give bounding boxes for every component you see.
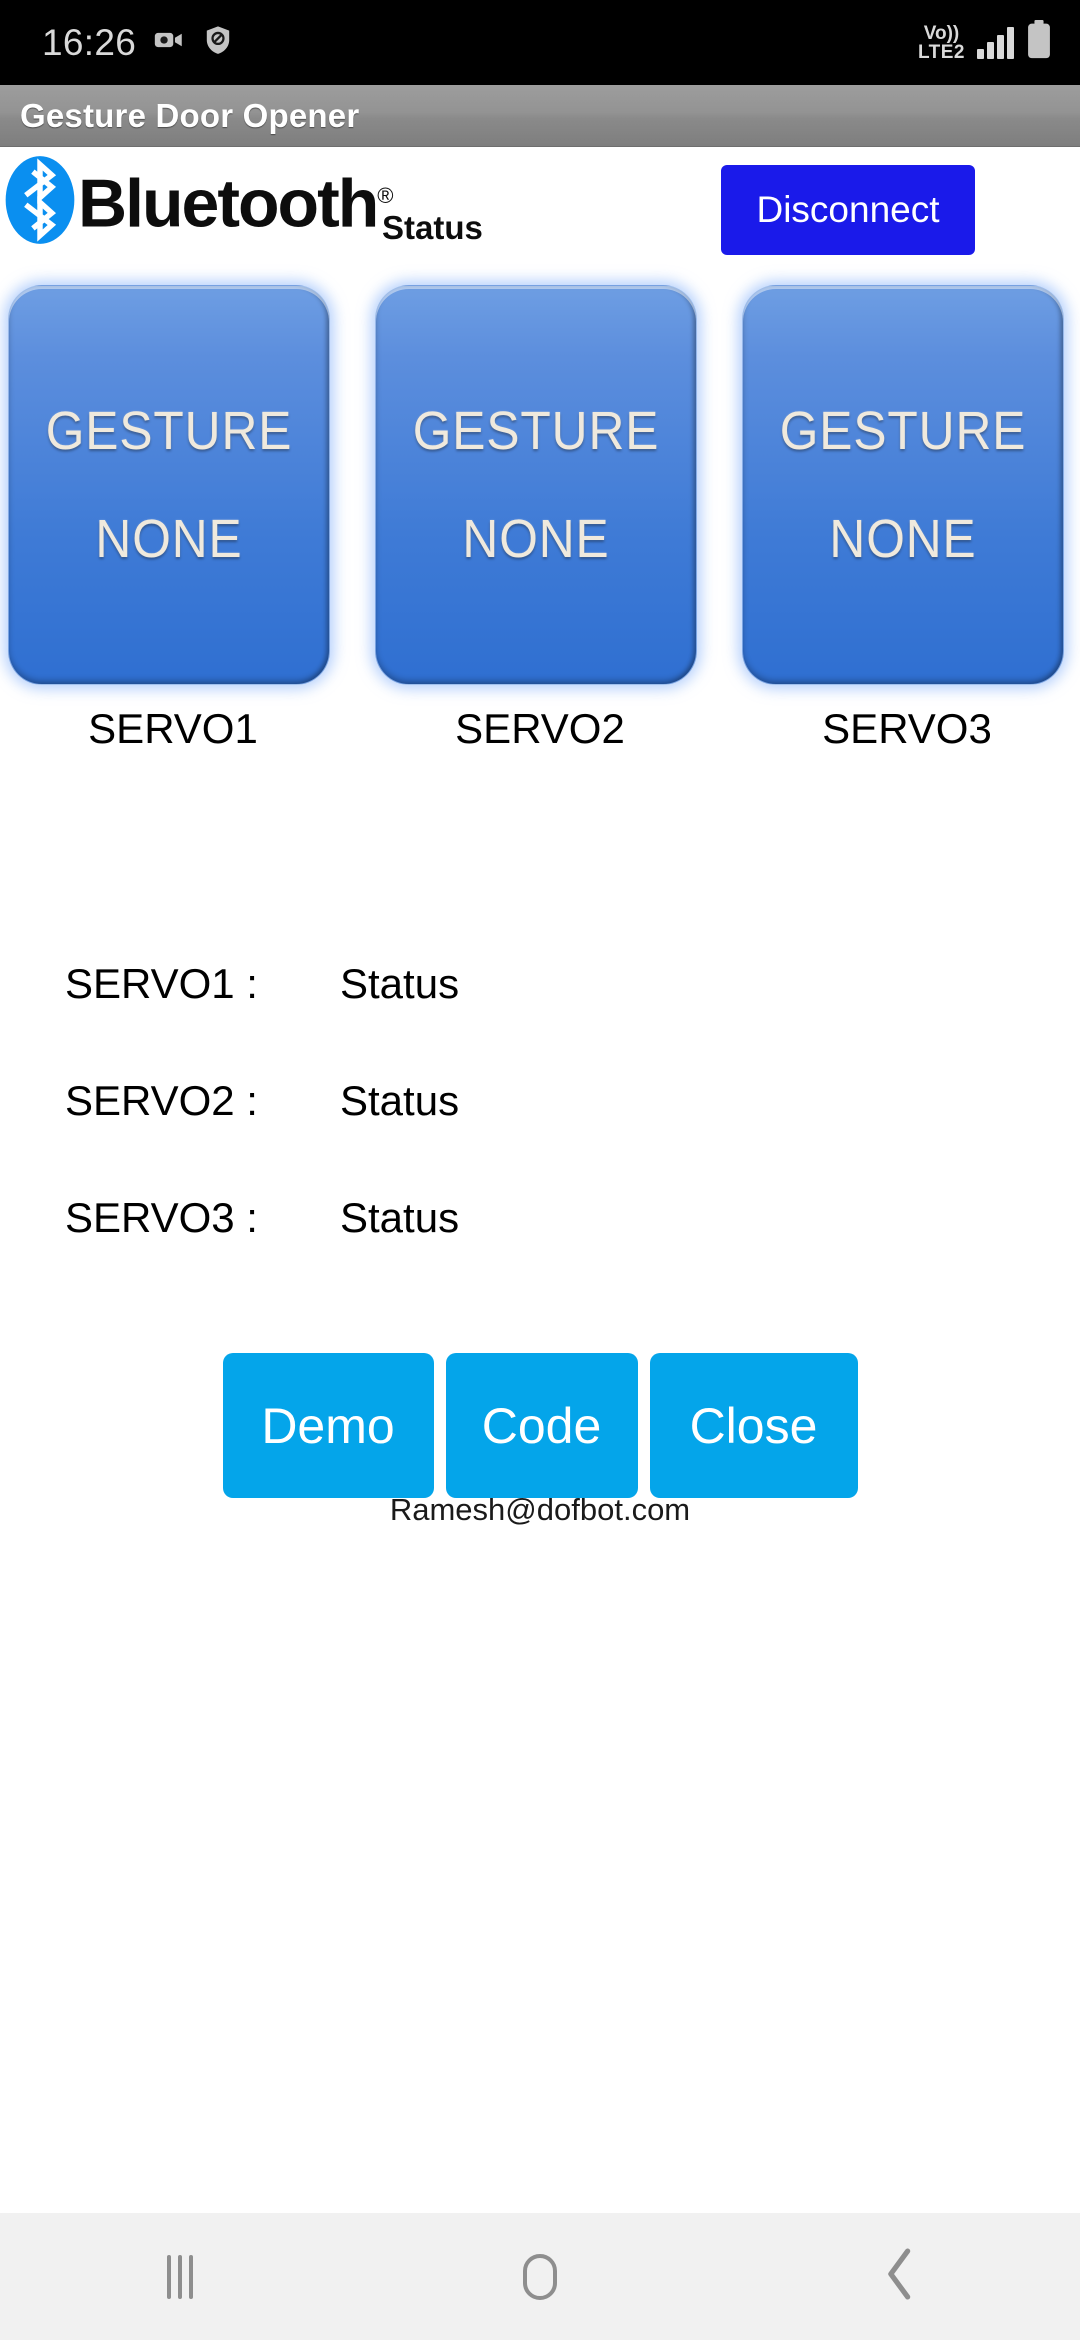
status-bar-left: 16:26 — [42, 22, 234, 64]
servo-status-row-3: SERVO3 : Status — [0, 1159, 1080, 1276]
back-button[interactable] — [810, 2213, 990, 2340]
back-icon — [883, 2248, 917, 2305]
disconnect-button[interactable]: Disconnect — [721, 165, 975, 255]
app-title-bar: Gesture Door Opener — [0, 85, 1080, 147]
system-status-bar: 16:26 Vo)) LTE2 — [0, 0, 1080, 85]
servo-status-row-2: SERVO2 : Status — [0, 1042, 1080, 1159]
app-screen: 16:26 Vo)) LTE2 Gesture Door Opener Blue… — [0, 0, 1080, 2340]
gesture-button-servo2-line1: GESTURE — [412, 401, 660, 461]
bluetooth-icon — [4, 155, 76, 245]
shield-blocked-icon — [202, 23, 234, 62]
close-button[interactable]: Close — [649, 1353, 858, 1498]
gesture-button-row: GESTURE NONE GESTURE NONE GESTURE NONE — [0, 285, 1080, 695]
bluetooth-wordmark-text: Bluetooth — [78, 165, 379, 242]
volte-line-1: Vo)) — [923, 22, 960, 44]
registered-mark: ® — [377, 183, 394, 209]
battery-icon — [1026, 20, 1052, 65]
home-icon — [523, 2253, 557, 2300]
servo-caption-row: SERVO1 SERVO2 SERVO3 — [0, 705, 1080, 753]
gesture-button-servo2-line2: NONE — [462, 509, 610, 569]
demo-button[interactable]: Demo — [222, 1353, 434, 1498]
servo-status-list: SERVO1 : Status SERVO2 : Status SERVO3 :… — [0, 925, 1080, 1276]
servo-caption-3: SERVO3 — [822, 705, 992, 752]
volte-indicator: Vo)) LTE2 — [918, 24, 965, 62]
bluetooth-wordmark: Bluetooth® — [78, 160, 393, 240]
gesture-button-servo1[interactable]: GESTURE NONE — [8, 285, 330, 685]
code-button[interactable]: Code — [445, 1353, 638, 1498]
bluetooth-header-row: Bluetooth® Status Disconnect — [0, 147, 1080, 267]
servo-status-value-3: Status — [340, 1193, 460, 1241]
status-bar-clock: 16:26 — [42, 21, 137, 63]
gesture-cell-3: GESTURE NONE — [742, 285, 1072, 695]
gesture-button-servo1-line1: GESTURE — [45, 401, 293, 461]
home-button[interactable] — [450, 2213, 630, 2340]
servo-status-label-3: SERVO3 : — [65, 1193, 258, 1241]
system-navigation-bar — [0, 2213, 1080, 2340]
gesture-button-servo3-line2: NONE — [829, 509, 977, 569]
gesture-button-servo2[interactable]: GESTURE NONE — [375, 285, 697, 685]
servo-caption-2: SERVO2 — [455, 705, 625, 752]
action-button-row: Demo Code Close — [0, 1353, 1080, 1498]
bluetooth-status-label: Status — [382, 209, 483, 246]
servo-status-label-1: SERVO1 : — [65, 959, 258, 1007]
gesture-button-servo1-line2: NONE — [95, 509, 243, 569]
signal-bars-icon — [977, 26, 1014, 59]
app-title: Gesture Door Opener — [20, 96, 360, 134]
screen-recorder-icon — [152, 23, 186, 62]
gesture-button-servo3[interactable]: GESTURE NONE — [742, 285, 1064, 685]
recents-button[interactable] — [90, 2213, 270, 2340]
bluetooth-logo: Bluetooth® — [4, 155, 393, 245]
gesture-button-servo3-line1: GESTURE — [779, 401, 1027, 461]
footer-email: Ramesh@dofbot.com — [389, 1492, 691, 1527]
status-bar-right: Vo)) LTE2 — [918, 20, 1052, 65]
servo-status-value-2: Status — [340, 1076, 460, 1124]
servo-caption-1: SERVO1 — [88, 705, 258, 752]
gesture-cell-1: GESTURE NONE — [8, 285, 338, 695]
volte-line-2: LTE2 — [917, 41, 965, 63]
gesture-cell-2: GESTURE NONE — [375, 285, 705, 695]
servo-status-label-2: SERVO2 : — [65, 1076, 258, 1124]
servo-status-row-1: SERVO1 : Status — [0, 925, 1080, 1042]
servo-status-value-1: Status — [340, 959, 460, 1007]
recents-icon — [167, 2254, 193, 2299]
